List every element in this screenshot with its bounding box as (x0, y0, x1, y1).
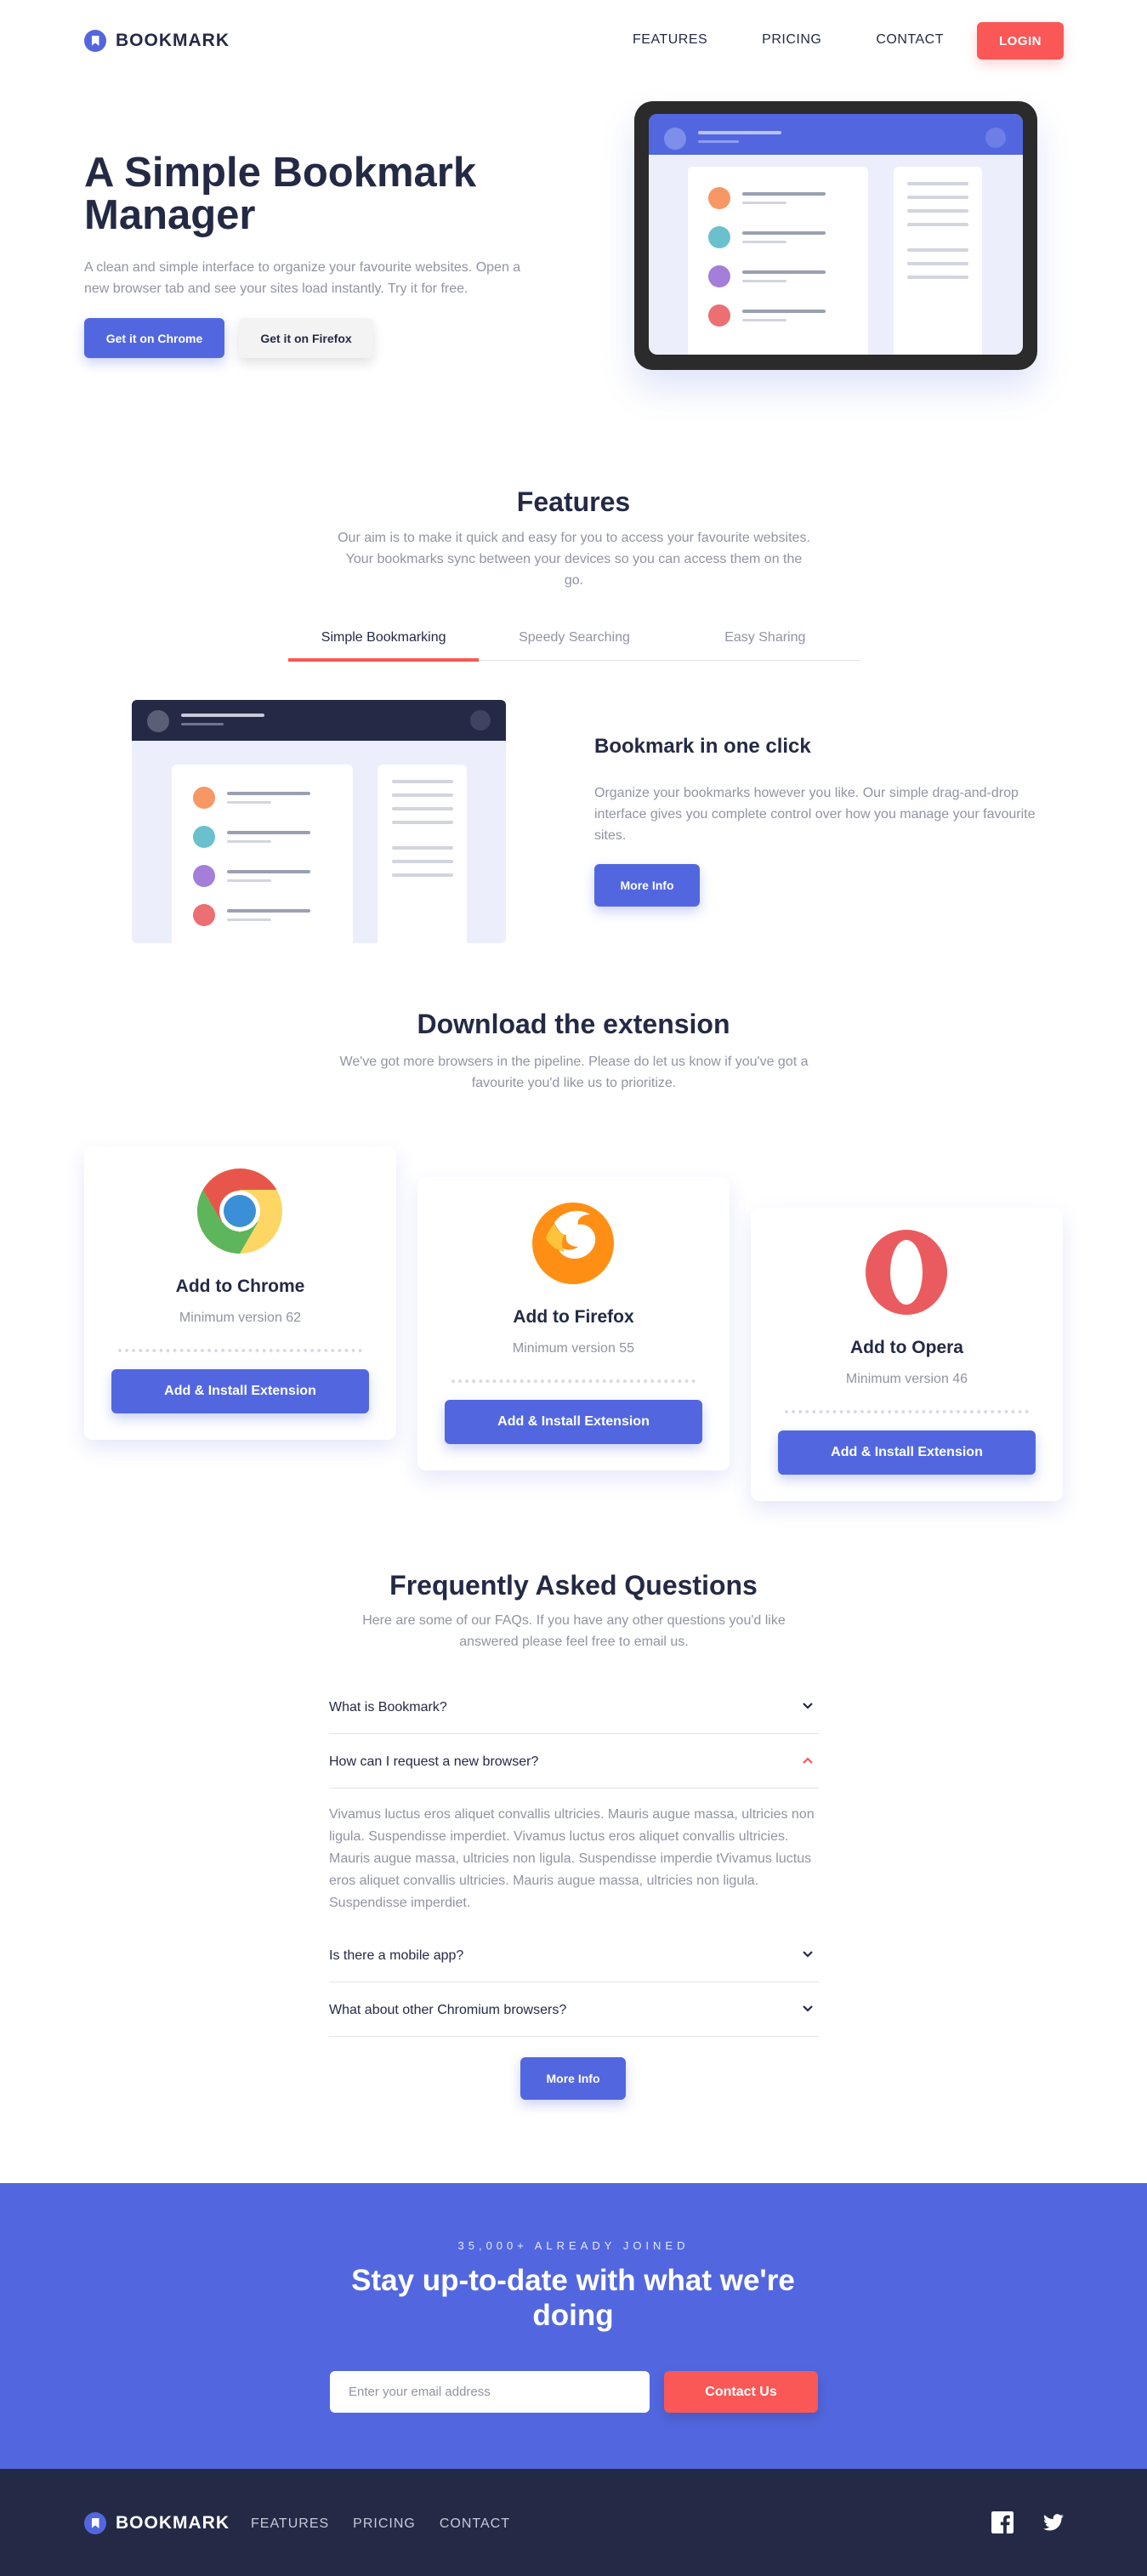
footer-link-features[interactable]: FEATURES (251, 2516, 329, 2532)
joined-count: 35,000+ ALREADY JOINED (457, 2239, 690, 2252)
add-opera-extension-button[interactable]: Add & Install Extension (778, 1430, 1036, 1475)
newsletter-title: Stay up-to-date with what we're doing (351, 2264, 795, 2332)
get-chrome-button[interactable]: Get it on Chrome (84, 318, 224, 358)
download-subtitle: We've got more browsers in the pipeline.… (339, 1055, 809, 1090)
faq-item[interactable]: Is there a mobile app? (329, 1928, 819, 1982)
card-divider (118, 1349, 362, 1352)
add-chrome-extension-button[interactable]: Add & Install Extension (111, 1369, 369, 1413)
card-divider (451, 1379, 696, 1383)
faq-subtitle: Here are some of our FAQs. If you have a… (362, 1613, 786, 1649)
card-version: Minimum version 46 (845, 1372, 968, 1386)
footer-link-contact[interactable]: CONTACT (440, 2516, 510, 2532)
feature-panel-description: Organize your bookmarks however you like… (594, 786, 1036, 843)
faq-more-info-button[interactable]: More Info (520, 2057, 626, 2100)
footer-brand-name: BOOKMARK (116, 2513, 230, 2533)
footer: BOOKMARK FEATURES PRICING CONTACT (0, 2469, 1147, 2576)
firefox-icon (532, 1203, 614, 1284)
feature-more-info-button[interactable]: More Info (594, 864, 700, 907)
opera-extension-card: Add to Opera Minimum version 46 Add & In… (751, 1208, 1063, 1501)
chrome-icon (197, 1169, 282, 1254)
chevron-down-icon (803, 1951, 813, 1958)
faq-question: What about other Chromium browsers? (329, 2003, 567, 2017)
download-title: Download the extension (417, 1009, 730, 1039)
feature-illustration (132, 700, 506, 943)
brand-name: BOOKMARK (116, 31, 230, 50)
firefox-extension-card: Add to Firefox Minimum version 55 Add & … (417, 1177, 730, 1470)
hero-tablet-illustration (634, 101, 1037, 370)
faq-question: Is there a mobile app? (329, 1948, 464, 1963)
nav-link-pricing[interactable]: PRICING (762, 32, 821, 48)
twitter-icon[interactable] (1042, 2511, 1065, 2533)
nav-link-features[interactable]: FEATURES (633, 32, 707, 48)
get-firefox-button[interactable]: Get it on Firefox (239, 318, 373, 358)
brand-logo[interactable]: BOOKMARK (84, 30, 230, 52)
top-nav: BOOKMARK FEATURES PRICING CONTACT LOGIN (0, 0, 1147, 82)
footer-link-pricing[interactable]: PRICING (353, 2516, 416, 2532)
nav-links: FEATURES PRICING CONTACT (633, 32, 998, 48)
opera-icon (866, 1230, 947, 1315)
faq-question: How can I request a new browser? (329, 1754, 539, 1769)
chevron-down-icon (803, 2005, 813, 2012)
faq-item-open[interactable]: How can I request a new browser? (329, 1734, 819, 1788)
bookmark-logo-icon (84, 2512, 106, 2534)
facebook-icon[interactable] (991, 2511, 1014, 2533)
login-button[interactable]: LOGIN (977, 22, 1064, 60)
faq-item[interactable]: What is Bookmark? (329, 1680, 819, 1734)
card-version: Minimum version 55 (512, 1341, 635, 1356)
features-subtitle: Our aim is to make it quick and easy for… (338, 531, 810, 588)
feature-panel-title: Bookmark in one click (594, 735, 811, 758)
card-version: Minimum version 62 (179, 1311, 302, 1325)
hero-title: A Simple Bookmark Manager (84, 150, 477, 238)
contact-us-button[interactable]: Contact Us (664, 2371, 818, 2413)
faq-item[interactable]: What about other Chromium browsers? (329, 1982, 819, 2037)
faq-question: What is Bookmark? (329, 1700, 447, 1714)
footer-links: FEATURES PRICING CONTACT (251, 2516, 534, 2532)
hero-subtitle: A clean and simple interface to organize… (84, 260, 521, 296)
faq-title: Frequently Asked Questions (389, 1570, 758, 1601)
card-divider (785, 1410, 1029, 1413)
nav-link-contact[interactable]: CONTACT (876, 32, 944, 48)
add-firefox-extension-button[interactable]: Add & Install Extension (445, 1400, 702, 1444)
newsletter-section: 35,000+ ALREADY JOINED Stay up-to-date w… (0, 2183, 1147, 2469)
chrome-extension-card: Add to Chrome Minimum version 62 Add & I… (84, 1146, 396, 1440)
tab-speedy-searching[interactable]: Speedy Searching (479, 625, 669, 660)
tab-easy-sharing[interactable]: Easy Sharing (670, 625, 860, 660)
card-title: Add to Firefox (513, 1307, 634, 1327)
features-title: Features (516, 486, 631, 517)
chevron-down-icon (803, 1703, 813, 1709)
feature-tabs: Simple Bookmarking Speedy Searching Easy… (288, 625, 860, 662)
email-input[interactable] (330, 2371, 650, 2413)
faq-list: What is Bookmark? How can I request a ne… (329, 1680, 819, 2037)
card-title: Add to Chrome (175, 1277, 305, 1296)
bookmark-logo-icon (84, 30, 106, 52)
tablet-screen (649, 114, 1023, 355)
card-title: Add to Opera (849, 1338, 963, 1357)
tab-simple-bookmarking[interactable]: Simple Bookmarking (288, 625, 480, 662)
faq-answer: Vivamus luctus eros aliquet convallis ul… (329, 1807, 815, 1910)
chevron-up-icon (803, 1757, 813, 1764)
footer-brand-logo[interactable]: BOOKMARK (84, 2512, 230, 2534)
